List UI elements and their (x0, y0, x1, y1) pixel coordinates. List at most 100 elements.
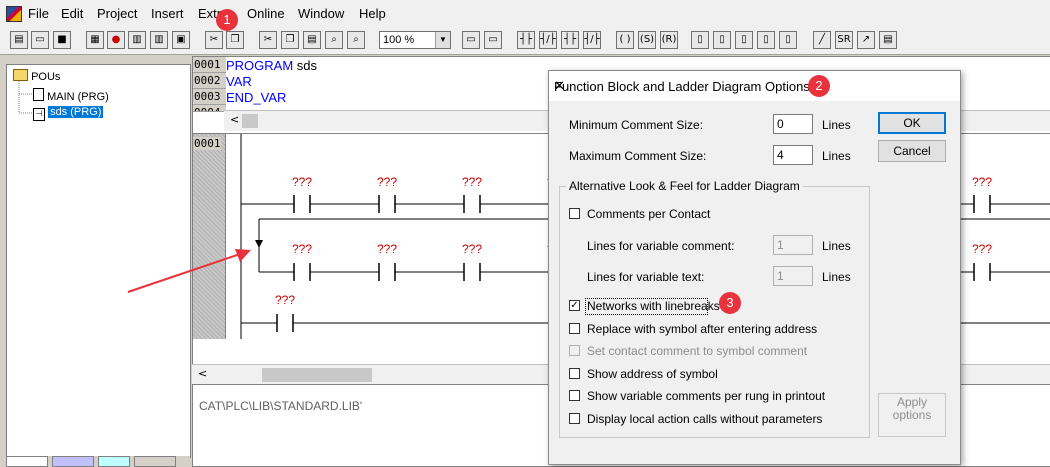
code-line-1[interactable]: PROGRAM sds (226, 58, 317, 73)
parallel-negated-icon[interactable]: ┤/├ (583, 31, 601, 49)
replace-symbol-label: Replace with symbol after entering addre… (587, 322, 818, 336)
show-address-checkbox[interactable] (569, 368, 580, 379)
contact-variable-placeholder[interactable]: ??? (377, 242, 397, 256)
show-var-comments-checkbox[interactable] (569, 390, 580, 401)
cut2-icon[interactable]: ✂ (259, 31, 277, 49)
scroll-thumb[interactable] (242, 114, 258, 128)
min-comment-input[interactable]: 0 (773, 114, 813, 134)
network-number-column: 0001 (193, 134, 226, 339)
copy-icon[interactable]: ❐ (226, 31, 244, 49)
contact-negated-icon[interactable]: ┤/├ (539, 31, 557, 49)
parallel-contact-icon[interactable]: ┤├ (561, 31, 579, 49)
find-icon[interactable]: ⌕ (325, 31, 343, 49)
copy2-icon[interactable]: ❐ (281, 31, 299, 49)
annotation-badge-2: 2 (808, 75, 830, 97)
contact-variable-placeholder[interactable]: ??? (377, 175, 397, 189)
chevron-down-icon[interactable]: ▼ (435, 32, 450, 48)
contact-variable-placeholder[interactable]: ??? (275, 293, 295, 307)
fbd-ld-options-dialog: Function Block and Ladder Diagram Option… (548, 70, 961, 465)
comments-per-contact-checkbox[interactable] (569, 208, 580, 219)
close-icon[interactable]: ✕ (554, 79, 952, 94)
tree-lines (18, 81, 33, 114)
ok-button[interactable]: OK (878, 112, 946, 134)
display-local-action-checkbox[interactable] (569, 413, 580, 424)
comment-icon[interactable]: ▭ (462, 31, 480, 49)
contact[interactable] (970, 262, 994, 282)
contact[interactable] (290, 194, 314, 214)
contact-variable-placeholder[interactable]: ??? (972, 242, 992, 256)
set-contact-comment-label: Set contact comment to symbol comment (587, 344, 808, 358)
line-number: 0004 (193, 105, 226, 112)
menu-window[interactable]: Window (298, 6, 344, 21)
menu-insert[interactable]: Insert (151, 6, 184, 21)
menu-project[interactable]: Project (97, 6, 137, 21)
open-icon[interactable]: ▭ (31, 31, 49, 49)
build-icon[interactable]: ▦ (86, 31, 104, 49)
cancel-button[interactable]: Cancel (878, 140, 946, 162)
coil-reset-icon[interactable]: (R) (660, 31, 678, 49)
max-comment-input[interactable]: 4 (773, 145, 813, 165)
annotation-badge-1: 1 (216, 9, 238, 31)
save-icon[interactable]: ■ (53, 31, 71, 49)
coil-icon[interactable]: ( ) (616, 31, 634, 49)
fb3-icon[interactable]: ▯ (779, 31, 797, 49)
lines-var-comment-label: Lines for variable comment: (587, 239, 735, 253)
object-tabs[interactable] (0, 456, 190, 467)
set-reset-icon[interactable]: SR (835, 31, 853, 49)
tree-item-sds[interactable]: ⊣ sds (PRG) (33, 106, 104, 121)
code-line-2[interactable]: VAR (226, 74, 252, 89)
contact[interactable] (460, 194, 484, 214)
new-icon[interactable]: ▤ (10, 31, 28, 49)
replace-icon[interactable]: ⌕ (347, 31, 365, 49)
folder-icon (13, 69, 28, 81)
tab-data-types[interactable] (52, 456, 94, 467)
code-line-3[interactable]: END_VAR (226, 90, 286, 105)
contact[interactable] (970, 194, 994, 214)
box-en-icon[interactable]: ▯ (713, 31, 731, 49)
networks-linebreaks-checkbox[interactable]: ✓ (569, 300, 580, 311)
coil-set-icon[interactable]: (S) (638, 31, 656, 49)
contact-variable-placeholder[interactable]: ??? (462, 242, 482, 256)
fb-icon[interactable]: ▯ (735, 31, 753, 49)
contact[interactable] (375, 194, 399, 214)
jump-icon[interactable]: ↗ (857, 31, 875, 49)
line-icon[interactable]: ╱ (813, 31, 831, 49)
return-icon[interactable]: ▤ (879, 31, 897, 49)
menu-help[interactable]: Help (359, 6, 386, 21)
dialog-titlebar[interactable]: Function Block and Ladder Diagram Option… (549, 71, 960, 101)
run-icon[interactable]: ▣ (172, 31, 190, 49)
tree-item-main[interactable]: MAIN (PRG) (33, 88, 109, 103)
contact[interactable] (375, 262, 399, 282)
tab-resources[interactable] (134, 456, 176, 467)
document-icon (33, 88, 44, 101)
cut-icon[interactable]: ✂ (205, 31, 223, 49)
menu-edit[interactable]: Edit (61, 6, 83, 21)
zoom-select[interactable]: 100 % ▼ (379, 31, 451, 49)
app-icon[interactable] (6, 6, 22, 22)
menu-online[interactable]: Online (247, 6, 285, 21)
contact[interactable] (460, 262, 484, 282)
chevron-left-icon[interactable]: < (230, 113, 239, 126)
box-icon[interactable]: ▯ (691, 31, 709, 49)
contact-variable-placeholder[interactable]: ??? (292, 242, 312, 256)
network-icon[interactable]: ▭ (484, 31, 502, 49)
contact-variable-placeholder[interactable]: ??? (462, 175, 482, 189)
contact[interactable] (290, 262, 314, 282)
fb2-icon[interactable]: ▯ (757, 31, 775, 49)
annotation-arrow (127, 249, 251, 293)
menu-file[interactable]: File (28, 6, 49, 21)
replace-symbol-checkbox[interactable] (569, 323, 580, 334)
logout-icon[interactable]: ▥ (150, 31, 168, 49)
tab-pous[interactable] (6, 456, 48, 467)
contact[interactable] (273, 313, 297, 333)
ladder-icon: ⊣ (33, 108, 45, 121)
chevron-left-icon[interactable]: < (198, 367, 207, 380)
scroll-thumb[interactable] (262, 368, 372, 382)
paste-icon[interactable]: ▤ (303, 31, 321, 49)
login-icon[interactable]: ▥ (128, 31, 146, 49)
stop-icon[interactable]: ● (107, 31, 125, 49)
tab-visualizations[interactable] (98, 456, 130, 467)
contact-variable-placeholder[interactable]: ??? (292, 175, 312, 189)
contact-icon[interactable]: ┤├ (517, 31, 535, 49)
contact-variable-placeholder[interactable]: ??? (972, 175, 992, 189)
